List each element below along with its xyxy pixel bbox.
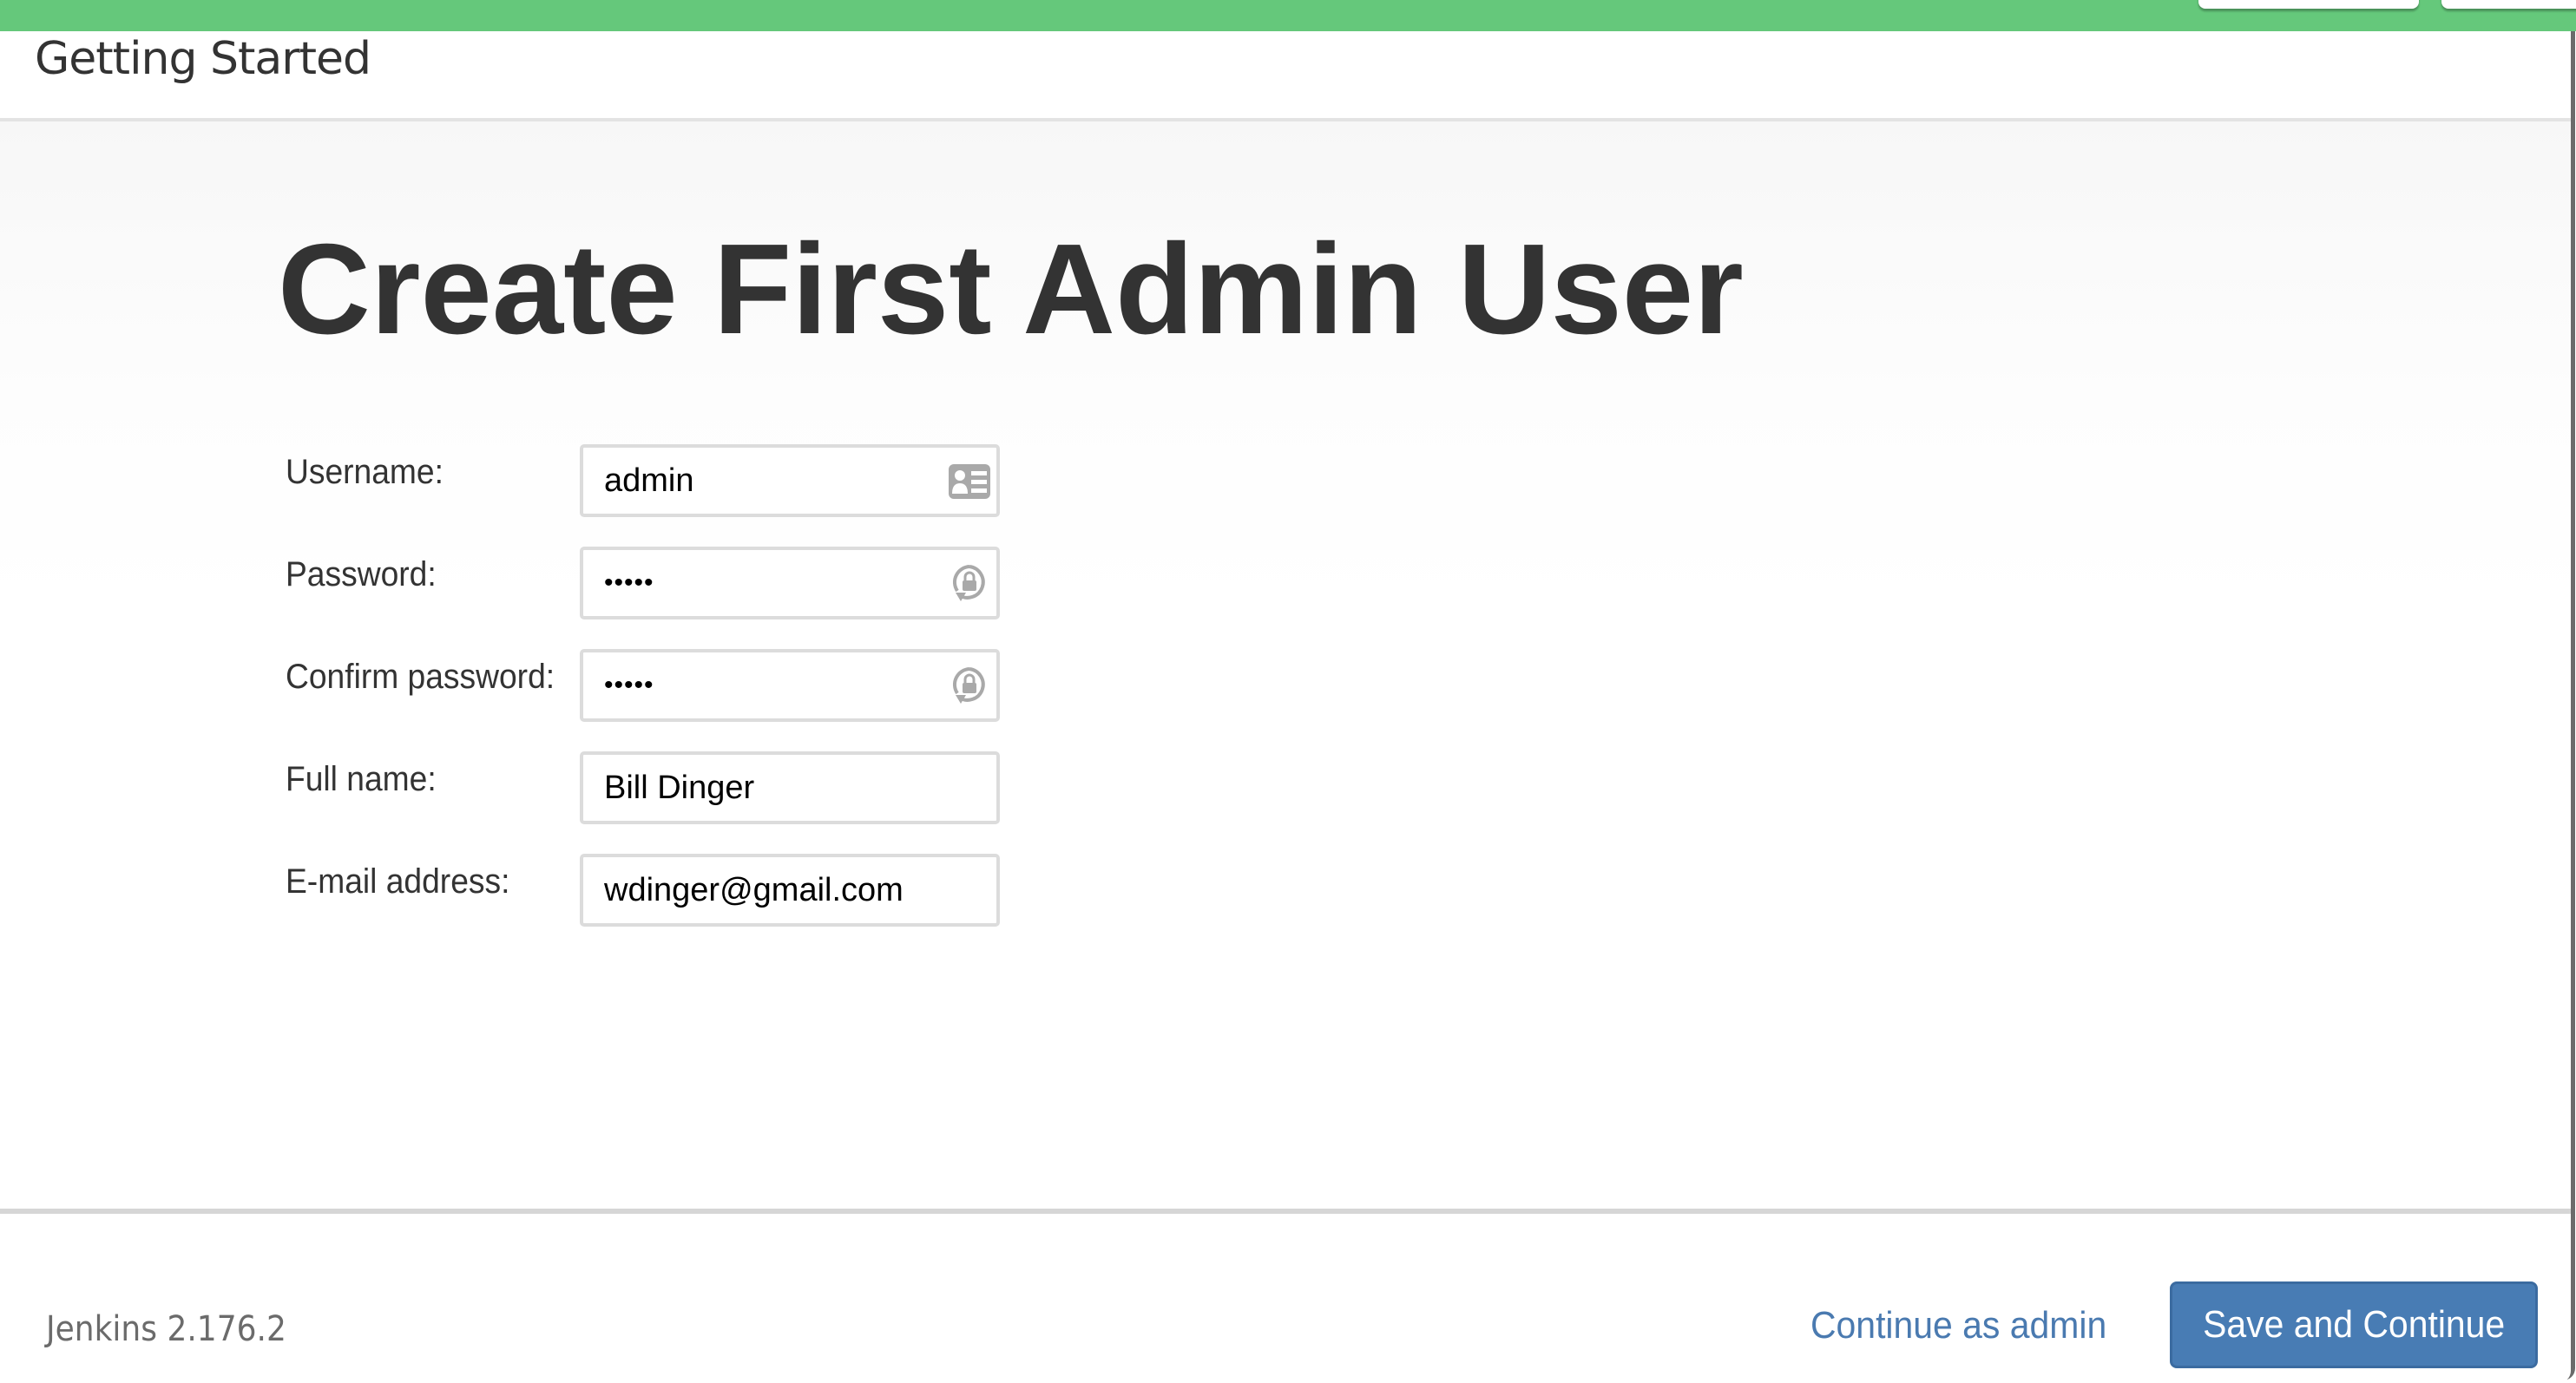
save-and-continue-button[interactable]: Save and Continue	[2170, 1281, 2538, 1368]
confirm-password-label: Confirm password:	[286, 658, 555, 696]
wizard-header: Getting Started	[0, 31, 2571, 121]
lock-refresh-icon	[948, 564, 991, 604]
password-input[interactable]	[580, 547, 1000, 619]
email-label: E-mail address:	[286, 862, 510, 901]
contact-card-icon	[948, 462, 991, 501]
username-input[interactable]	[580, 444, 1000, 517]
continue-as-admin-link[interactable]: Continue as admin	[1810, 1304, 2106, 1347]
wizard-body: Create First Admin User Username: Passwo…	[0, 121, 2571, 1209]
confirm-password-input[interactable]	[580, 649, 1000, 722]
form-row-confirm-password: Confirm password:	[0, 649, 1042, 725]
setup-wizard-dialog: Getting Started Create First Admin User …	[0, 31, 2575, 1383]
page-title: Create First Admin User	[278, 218, 1744, 361]
top-brand-bar	[0, 0, 2576, 31]
save-and-continue-label: Save and Continue	[2202, 1303, 2506, 1346]
full-name-input[interactable]	[580, 751, 1000, 824]
username-label: Username:	[286, 453, 444, 491]
password-label: Password:	[286, 555, 437, 593]
form-row-username: Username:	[0, 444, 1042, 521]
browser-tab[interactable]	[2198, 0, 2419, 9]
browser-tab[interactable]	[2441, 0, 2576, 9]
wizard-title: Getting Started	[35, 33, 371, 85]
email-input[interactable]	[580, 854, 1000, 927]
form-row-email: E-mail address:	[0, 854, 1042, 930]
form-row-password: Password:	[0, 547, 1042, 623]
lock-refresh-icon	[948, 666, 991, 706]
version-label: Jenkins 2.176.2	[46, 1309, 286, 1349]
form-row-full-name: Full name:	[0, 751, 1042, 828]
wizard-footer: Jenkins 2.176.2 Continue as admin Save a…	[0, 1209, 2571, 1383]
full-name-label: Full name:	[286, 760, 437, 798]
